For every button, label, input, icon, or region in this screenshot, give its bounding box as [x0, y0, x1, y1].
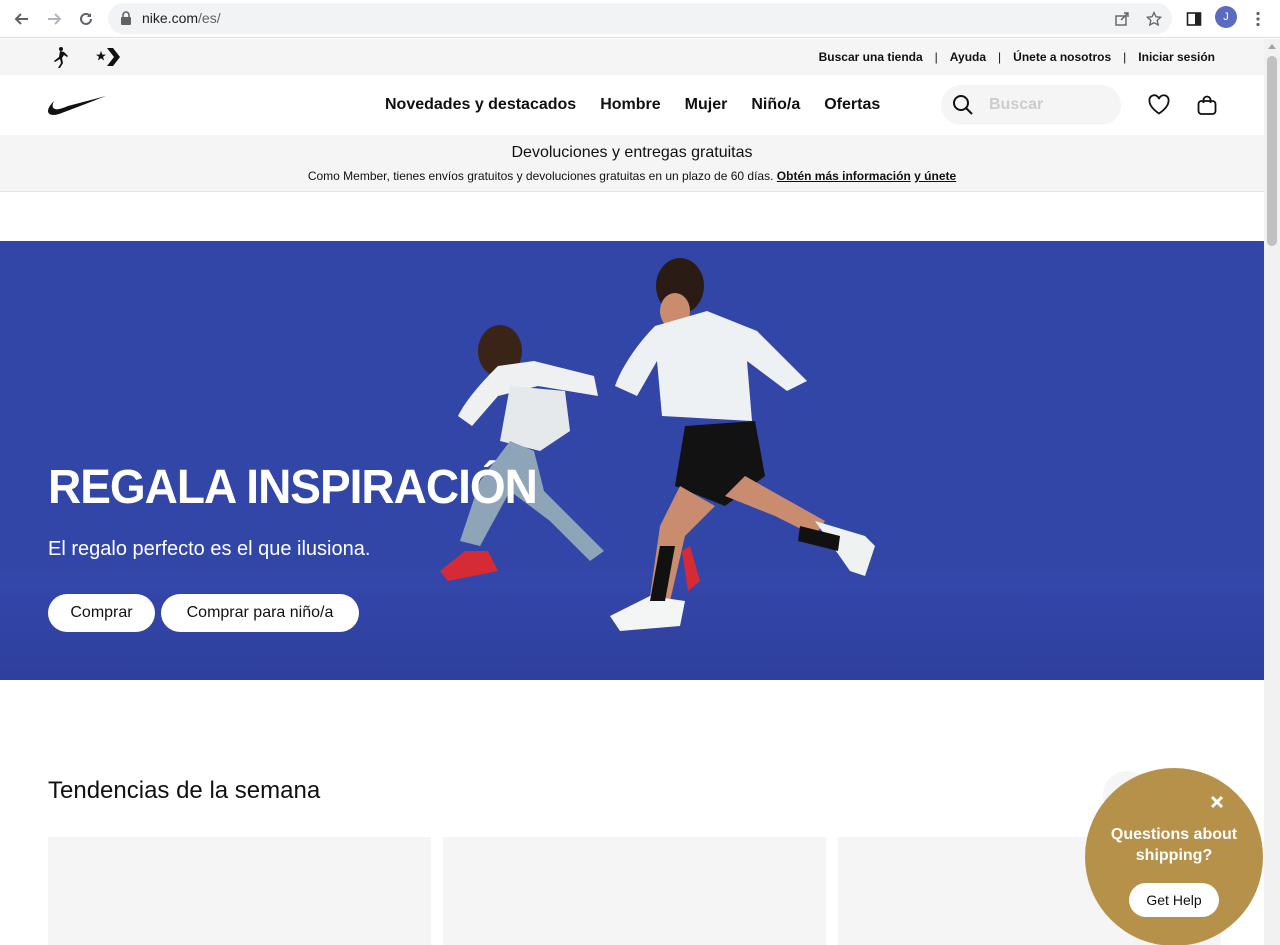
jordan-logo-icon — [54, 47, 68, 68]
search-icon[interactable] — [951, 93, 975, 117]
scroll-up-arrow[interactable] — [1268, 44, 1276, 49]
trends-title: Tendencias de la semana — [48, 777, 321, 804]
scrollbar-thumb[interactable] — [1267, 56, 1277, 246]
forward-button[interactable] — [40, 5, 68, 33]
address-bar[interactable]: nike.com/es/ — [108, 3, 1172, 34]
hero-banner: REGALA INSPIRACIÓN El regalo perfecto es… — [0, 241, 1264, 680]
join-link[interactable]: Únete a nosotros — [1013, 50, 1111, 64]
star-icon — [1146, 11, 1162, 27]
help-widget: Questions about shipping? Get Help — [1085, 768, 1263, 945]
lock-icon — [121, 11, 131, 25]
nav-sale[interactable]: Ofertas — [824, 96, 880, 114]
main-nav: Novedades y destacados Hombre Mujer Niño… — [385, 96, 904, 114]
nav-men[interactable]: Hombre — [600, 96, 660, 114]
bag-icon[interactable] — [1195, 93, 1219, 117]
promo-more-info-link[interactable]: Obtén más información — [777, 169, 911, 183]
reload-icon — [80, 12, 92, 25]
find-store-link[interactable]: Buscar una tienda — [819, 50, 923, 64]
promo-description: Como Member, tienes envíos gratuitos y d… — [307, 169, 957, 183]
nav-new-featured[interactable]: Novedades y destacados — [385, 96, 576, 114]
utility-bar: Buscar una tienda | Ayuda | Únete a noso… — [0, 39, 1264, 75]
search-input[interactable] — [989, 85, 1109, 125]
promo-banner: Devoluciones y entregas gratuitas Como M… — [0, 135, 1264, 192]
nav-kids[interactable]: Niño/a — [751, 96, 800, 114]
shop-button[interactable]: Comprar — [48, 594, 155, 632]
product-card[interactable] — [48, 837, 431, 945]
page-scrollbar[interactable] — [1264, 39, 1280, 945]
jordan-link[interactable] — [47, 45, 73, 69]
sign-in-link[interactable]: Iniciar sesión — [1138, 50, 1215, 64]
url-text: nike.com/es/ — [142, 10, 221, 26]
browser-menu-button[interactable] — [1244, 5, 1272, 33]
browser-toolbar: nike.com/es/ J — [0, 0, 1280, 38]
utility-links: Buscar una tienda | Ayuda | Únete a noso… — [818, 50, 1215, 64]
profile-avatar[interactable]: J — [1215, 6, 1237, 28]
get-help-button[interactable]: Get Help — [1129, 883, 1219, 917]
arrow-left-icon — [14, 13, 28, 25]
converse-logo-icon — [96, 48, 120, 66]
converse-link[interactable] — [95, 45, 121, 69]
share-icon — [1115, 12, 1129, 26]
arrow-right-icon — [48, 13, 62, 25]
close-icon[interactable] — [1209, 794, 1225, 810]
side-panel-button[interactable] — [1180, 5, 1208, 33]
main-header: Novedades y destacados Hombre Mujer Niño… — [0, 75, 1264, 135]
promo-join-link[interactable]: y únete — [914, 169, 956, 183]
search-box[interactable] — [941, 85, 1121, 125]
help-text: Questions about shipping? — [1110, 826, 1238, 864]
reload-button[interactable] — [72, 5, 100, 33]
hero-title: REGALA INSPIRACIÓN — [48, 458, 538, 514]
promo-title: Devoluciones y entregas gratuitas — [511, 144, 753, 161]
shop-kids-button[interactable]: Comprar para niño/a — [161, 594, 359, 632]
heart-icon[interactable] — [1147, 93, 1171, 117]
share-button[interactable] — [1108, 5, 1136, 33]
help-link[interactable]: Ayuda — [950, 50, 986, 64]
back-button[interactable] — [8, 5, 36, 33]
bookmark-button[interactable] — [1140, 5, 1168, 33]
product-card[interactable] — [443, 837, 826, 945]
nav-women[interactable]: Mujer — [685, 96, 728, 114]
hero-subtitle: El regalo perfecto es el que ilusiona. — [48, 538, 371, 560]
more-vertical-icon — [1256, 11, 1260, 27]
side-panel-icon — [1186, 12, 1202, 26]
nike-swoosh-logo[interactable] — [48, 95, 106, 116]
